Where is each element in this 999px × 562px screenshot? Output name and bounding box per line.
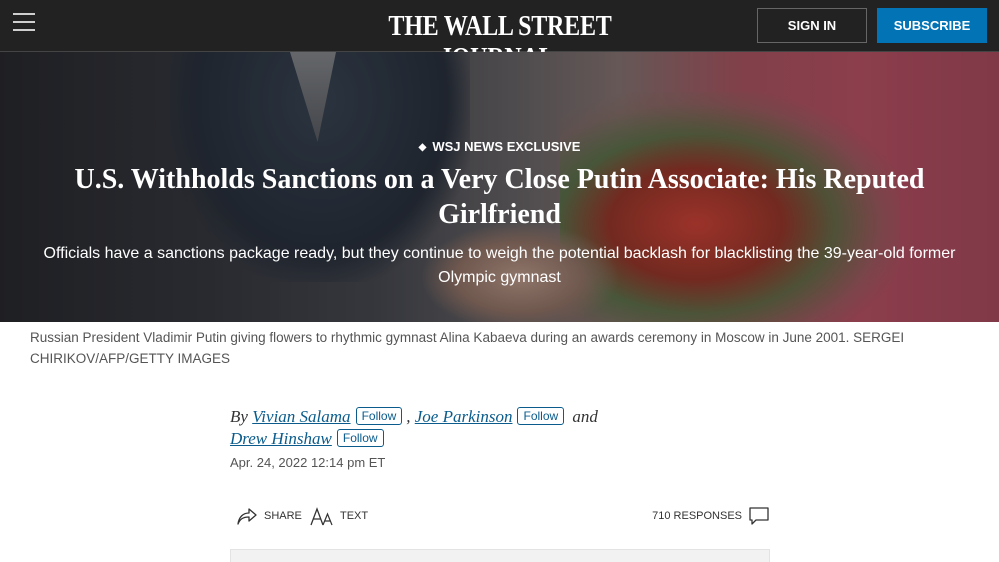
comment-icon <box>749 507 769 525</box>
share-label: SHARE <box>264 510 302 522</box>
kicker-label: WSJ NEWS EXCLUSIVE <box>432 139 581 154</box>
hamburger-menu-icon[interactable] <box>13 13 35 33</box>
subscribe-button[interactable]: SUBSCRIBE <box>877 8 987 43</box>
responses-count: 710 RESPONSES <box>652 510 742 522</box>
hero-image: ◆ WSJ NEWS EXCLUSIVE U.S. Withholds Sanct… <box>0 52 999 322</box>
byline-prefix: By <box>230 407 248 426</box>
share-button[interactable]: SHARE <box>236 506 302 526</box>
image-caption: Russian President Vladimir Putin giving … <box>30 330 905 366</box>
article-headline: U.S. Withholds Sanctions on a Very Close… <box>74 164 925 230</box>
follow-button-joe-parkinson[interactable]: Follow <box>517 407 565 425</box>
text-size-button[interactable]: TEXT <box>310 506 368 526</box>
publish-date: Apr. 24, 2022 12:14 pm ET <box>230 455 386 470</box>
text-size-label: TEXT <box>340 510 369 522</box>
share-icon <box>237 508 257 525</box>
follow-button-vivian-salama[interactable]: Follow <box>355 407 403 425</box>
follow-button-drew-hinshaw[interactable]: Follow <box>336 429 384 447</box>
diamond-icon: ◆ <box>418 142 427 153</box>
text-size-icon <box>310 507 333 526</box>
responses-button[interactable]: 710 RESPONSES <box>652 506 770 526</box>
author-link-joe-parkinson[interactable]: Joe Parkinson <box>415 407 513 426</box>
article-dek: Officials have a sanctions package ready… <box>43 245 956 286</box>
author-link-vivian-salama[interactable]: Vivian Salama <box>252 407 350 426</box>
byline: By Vivian Salama Follow, Joe Parkinson Fol… <box>230 406 790 450</box>
article-kicker[interactable]: ◆ WSJ NEWS EXCLUSIVE <box>0 139 999 154</box>
sign-in-button[interactable]: SIGN IN <box>757 8 867 43</box>
article-toolbar: SHARE TEXT 710 RESPONSES <box>230 500 770 534</box>
author-link-drew-hinshaw[interactable]: Drew Hinshaw <box>230 429 332 448</box>
byline-and: and <box>572 407 598 426</box>
byline-separator: , <box>406 407 411 426</box>
top-navigation-bar: THE WALL STREET JOURNAL. SIGN IN SUBSCRI… <box>0 0 999 74</box>
content-placeholder-box <box>230 549 770 562</box>
